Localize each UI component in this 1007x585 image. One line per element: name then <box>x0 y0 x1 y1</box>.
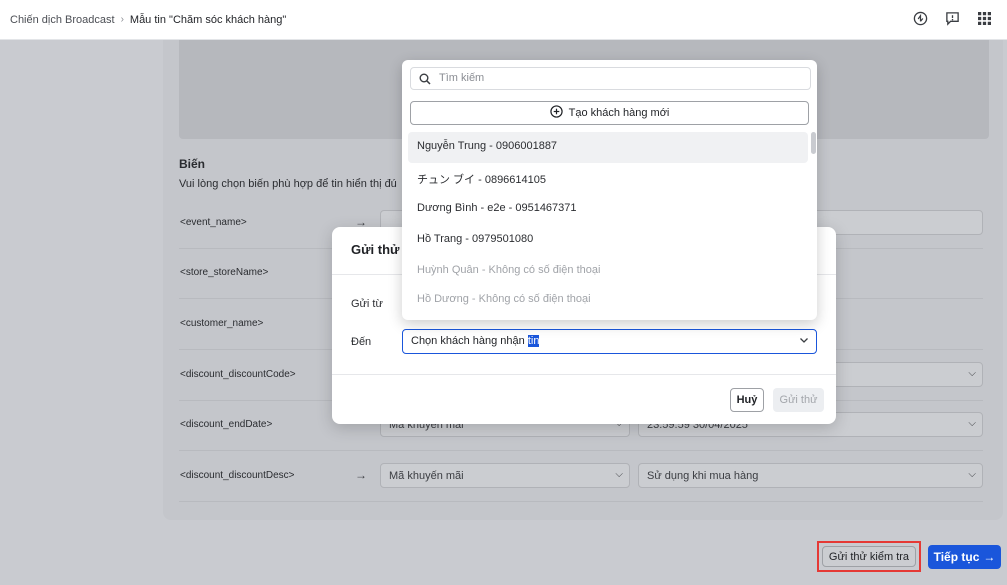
list-item: Hồ Dương - Không có số điện thoại <box>417 293 591 305</box>
recipient-select-selection: tin <box>527 335 540 347</box>
variable-value-select[interactable]: Sử dụng khi mua hàng ⌵ <box>638 463 983 488</box>
recipient-dropdown: Tìm kiếm Tạo khách hàng mới Nguyễn Trung… <box>402 60 817 320</box>
test-send-highlight: Gửi thử kiểm tra <box>817 541 921 572</box>
arrow-right-icon: → <box>355 468 367 482</box>
list-item[interactable]: Hồ Trang - 0979501080 <box>408 225 808 256</box>
breadcrumb-parent[interactable]: Chiến dịch Broadcast <box>10 14 115 26</box>
divider <box>332 374 836 375</box>
to-label: Đến <box>351 336 372 348</box>
continue-label: Tiếp tục <box>933 550 980 564</box>
create-customer-label: Tạo khách hàng mới <box>568 107 670 119</box>
arrow-right-icon: → <box>983 550 996 564</box>
scrollbar[interactable] <box>811 132 816 154</box>
search-icon <box>419 73 431 88</box>
variable-row: <discount_discountDesc> → Mã khuyến mãi ⌵… <box>179 452 983 502</box>
apps-grid-icon[interactable] <box>975 9 993 27</box>
plus-circle-icon <box>549 105 563 121</box>
variable-name: <event_name> <box>180 217 247 228</box>
list-item[interactable]: チュン ブイ - 0896614105 <box>408 163 808 194</box>
customer-list: Nguyễn Trung - 0906001887 チュン ブイ - 08966… <box>408 132 808 314</box>
variable-name: <discount_discountDesc> <box>180 470 295 481</box>
chevron-down-icon: ⌵ <box>968 469 976 480</box>
chevron-down-icon: ⌵ <box>615 469 623 480</box>
modal-title: Gửi thử <box>351 242 400 257</box>
create-customer-button[interactable]: Tạo khách hàng mới <box>410 101 809 125</box>
variable-name: <customer_name> <box>180 318 264 329</box>
variable-source-select[interactable]: Mã khuyến mãi⌵ <box>380 463 630 488</box>
top-bar: Chiến dịch Broadcast › Mẫu tin "Chăm sóc… <box>0 0 1007 40</box>
variable-name: <discount_discountCode> <box>180 369 296 380</box>
search-placeholder: Tìm kiếm <box>439 72 485 84</box>
recipient-select[interactable]: Chọn khách hàng nhận tin <box>402 329 817 354</box>
recipient-select-text: Chọn khách hàng nhận <box>411 335 528 347</box>
test-send-button[interactable]: Gửi thử kiểm tra <box>822 546 916 567</box>
from-label: Gửi từ <box>351 298 383 310</box>
chevron-down-icon <box>799 335 809 348</box>
cancel-button[interactable]: Huỷ <box>730 388 764 412</box>
search-input[interactable]: Tìm kiếm <box>410 67 811 90</box>
chevron-down-icon: ⌵ <box>968 368 976 379</box>
send-test-button[interactable]: Gửi thử <box>773 388 824 412</box>
list-item: Huỳnh Quân - Không có số điện thoại <box>417 264 601 276</box>
variables-description: Vui lòng chọn biến phù hợp để tin hiển t… <box>179 178 397 190</box>
list-item[interactable]: Nguyễn Trung - 0906001887 <box>408 132 808 163</box>
variables-title: Biến <box>179 157 206 171</box>
feedback-icon[interactable] <box>943 9 961 27</box>
chevron-down-icon: ⌵ <box>968 418 976 429</box>
continue-button[interactable]: Tiếp tục → <box>928 545 1001 569</box>
breadcrumb-separator: › <box>120 14 124 25</box>
list-item[interactable]: Dương Bình - e2e - 0951467371 <box>408 194 808 225</box>
top-icons <box>911 9 993 27</box>
variable-name: <discount_endDate> <box>180 419 273 430</box>
support-icon[interactable] <box>911 9 929 27</box>
variable-name: <store_storeName> <box>180 267 269 278</box>
breadcrumb-current: Mẫu tin "Chăm sóc khách hàng" <box>129 13 287 26</box>
